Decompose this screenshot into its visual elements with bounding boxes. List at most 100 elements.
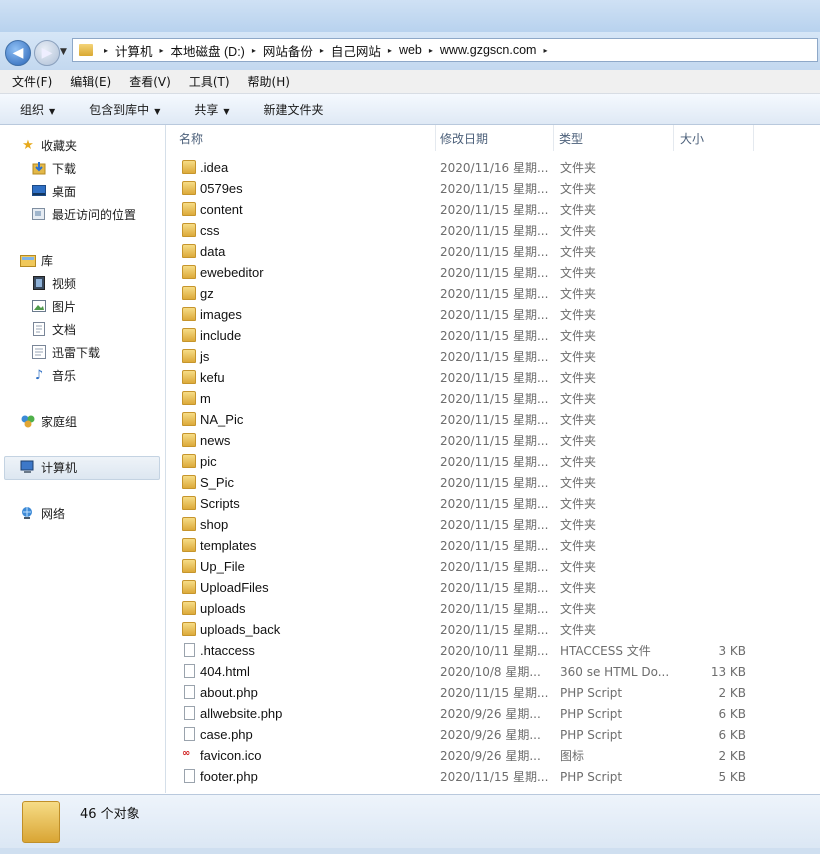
file-size: 5 KB <box>718 769 746 784</box>
file-date: 2020/11/15 星期... <box>440 308 549 322</box>
table-row[interactable]: content 2020/11/15 星期... 文件夹 <box>174 199 764 220</box>
table-row[interactable]: gz 2020/11/15 星期... 文件夹 <box>174 283 764 304</box>
table-row[interactable]: footer.php 2020/11/15 星期... PHP Script 5 KB <box>174 766 764 787</box>
file-name: data <box>200 244 226 259</box>
file-name: NA_Pic <box>200 412 244 427</box>
file-date: 2020/11/16 星期... <box>440 161 549 175</box>
file-date: 2020/11/15 星期... <box>440 560 549 574</box>
table-row[interactable]: uploads_back 2020/11/15 星期... 文件夹 <box>174 619 764 640</box>
sidebar-item-favorites[interactable]: ★ 收藏夹 <box>20 135 77 155</box>
include-in-library-button[interactable]: 包含到库中 ▼ <box>69 101 174 118</box>
table-row[interactable]: .idea 2020/11/16 星期... 文件夹 <box>174 157 764 178</box>
address-bar[interactable]: ▸ 计算机 ▸ 本地磁盘 (D:) ▸ 网站备份 ▸ 自己网站 ▸ web ▸ www.gzgscn.… <box>72 38 818 62</box>
table-row[interactable]: ewebeditor 2020/11/15 星期... 文件夹 <box>174 262 764 283</box>
sidebar-item-music[interactable]: ♪ 音乐 <box>31 365 76 385</box>
file-name: kefu <box>200 370 225 385</box>
column-header-type[interactable]: 类型 <box>554 125 674 151</box>
file-date: 2020/11/15 星期... <box>440 770 549 784</box>
sidebar-item-downloads[interactable]: 下载 <box>31 158 76 178</box>
table-row[interactable]: about.php 2020/11/15 星期... PHP Script 2 KB <box>174 682 764 703</box>
table-row[interactable]: .htaccess 2020/10/11 星期... HTACCESS 文件 3 KB <box>174 640 764 661</box>
sidebar-item-label: 家庭组 <box>41 414 78 429</box>
desktop-icon <box>31 183 47 199</box>
file-date: 2020/11/15 星期... <box>440 581 549 595</box>
folder-icon <box>182 496 196 510</box>
table-row[interactable]: Scripts 2020/11/15 星期... 文件夹 <box>174 493 764 514</box>
menu-edit[interactable]: 编辑(E) <box>58 73 117 90</box>
breadcrumb-item[interactable]: web ▸ <box>399 43 440 57</box>
folder-icon <box>182 622 196 636</box>
table-row[interactable]: 0579es 2020/11/15 星期... 文件夹 <box>174 178 764 199</box>
file-name: footer.php <box>200 769 258 784</box>
file-name: content <box>200 202 243 217</box>
folder-icon <box>182 412 196 426</box>
column-header-name[interactable]: 名称 ^ <box>174 125 436 151</box>
file-date: 2020/11/15 星期... <box>440 497 549 511</box>
column-header-size[interactable]: 大小 <box>674 125 754 151</box>
table-row[interactable]: S_Pic 2020/11/15 星期... 文件夹 <box>174 472 764 493</box>
sidebar-item-homegroup[interactable]: 家庭组 <box>20 411 77 431</box>
table-row[interactable]: js 2020/11/15 星期... 文件夹 <box>174 346 764 367</box>
table-row[interactable]: images 2020/11/15 星期... 文件夹 <box>174 304 764 325</box>
breadcrumb-label: 自己网站 <box>330 44 381 59</box>
menu-help[interactable]: 帮助(H) <box>236 73 296 90</box>
table-row[interactable]: include 2020/11/15 星期... 文件夹 <box>174 325 764 346</box>
table-row[interactable]: allwebsite.php 2020/9/26 星期... PHP Script 6… <box>174 703 764 724</box>
sidebar-item-documents[interactable]: 文档 <box>31 319 76 339</box>
table-row[interactable]: ∞ favicon.ico 2020/9/26 星期... 图标 2 KB <box>174 745 764 766</box>
table-row[interactable]: 404.html 2020/10/8 星期... 360 se HTML Do...… <box>174 661 764 682</box>
sidebar-item-thunder-downloads[interactable]: 迅雷下载 <box>31 342 100 362</box>
breadcrumb-item[interactable]: 自己网站 ▸ <box>331 41 399 60</box>
column-header-date[interactable]: 修改日期 <box>436 125 554 151</box>
file-date: 2020/11/15 星期... <box>440 224 549 238</box>
table-row[interactable]: uploads 2020/11/15 星期... 文件夹 <box>174 598 764 619</box>
file-date: 2020/11/15 星期... <box>440 686 549 700</box>
table-row[interactable]: templates 2020/11/15 星期... 文件夹 <box>174 535 764 556</box>
file-name: images <box>200 307 242 322</box>
history-dropdown-icon[interactable]: ▼ <box>60 47 67 57</box>
chevron-right-icon[interactable]: ▸ <box>543 46 547 55</box>
sidebar-item-libraries[interactable]: 库 <box>20 250 53 270</box>
sidebar-item-recent-places[interactable]: 最近访问的位置 <box>31 204 136 224</box>
chevron-right-icon[interactable]: ▸ <box>104 46 108 55</box>
back-button[interactable]: ◀ <box>5 40 31 66</box>
table-row[interactable]: case.php 2020/9/26 星期... PHP Script 6 KB <box>174 724 764 745</box>
table-row[interactable]: shop 2020/11/15 星期... 文件夹 <box>174 514 764 535</box>
share-button[interactable]: 共享 ▼ <box>174 101 243 118</box>
organize-button[interactable]: 组织 ▼ <box>0 101 69 118</box>
table-row[interactable]: pic 2020/11/15 星期... 文件夹 <box>174 451 764 472</box>
sidebar-item-videos[interactable]: 视频 <box>31 273 76 293</box>
menu-file[interactable]: 文件(F) <box>0 73 58 90</box>
folder-icon <box>182 160 196 174</box>
table-row[interactable]: kefu 2020/11/15 星期... 文件夹 <box>174 367 764 388</box>
chevron-right-icon[interactable]: ▸ <box>320 46 324 55</box>
breadcrumb-item[interactable]: 本地磁盘 (D:) ▸ <box>171 41 263 60</box>
table-row[interactable]: news 2020/11/15 星期... 文件夹 <box>174 430 764 451</box>
breadcrumb-item[interactable]: www.gzgscn.com ▸ <box>440 43 555 57</box>
forward-button[interactable]: ▶ <box>34 40 60 66</box>
table-row[interactable]: css 2020/11/15 星期... 文件夹 <box>174 220 764 241</box>
file-type: 文件夹 <box>560 623 597 637</box>
table-row[interactable]: UploadFiles 2020/11/15 星期... 文件夹 <box>174 577 764 598</box>
menu-view[interactable]: 查看(V) <box>117 73 177 90</box>
file-date: 2020/11/15 星期... <box>440 287 549 301</box>
menu-tools[interactable]: 工具(T) <box>177 73 236 90</box>
breadcrumb-item[interactable]: ▸ 计算机 ▸ <box>97 41 171 60</box>
table-row[interactable]: NA_Pic 2020/11/15 星期... 文件夹 <box>174 409 764 430</box>
table-row[interactable]: Up_File 2020/11/15 星期... 文件夹 <box>174 556 764 577</box>
column-header-label: 大小 <box>680 131 705 146</box>
new-folder-button[interactable]: 新建文件夹 <box>244 101 338 118</box>
table-row[interactable]: data 2020/11/15 星期... 文件夹 <box>174 241 764 262</box>
sidebar-item-pictures[interactable]: 图片 <box>31 296 76 316</box>
chevron-right-icon[interactable]: ▸ <box>429 46 433 55</box>
table-row[interactable]: m 2020/11/15 星期... 文件夹 <box>174 388 764 409</box>
file-size: 2 KB <box>718 748 746 763</box>
chevron-right-icon[interactable]: ▸ <box>388 46 392 55</box>
chevron-right-icon[interactable]: ▸ <box>252 46 256 55</box>
sidebar-item-network[interactable]: 网络 <box>20 503 65 523</box>
breadcrumb-item[interactable]: 网站备份 ▸ <box>263 41 331 60</box>
sidebar-item-desktop[interactable]: 桌面 <box>31 181 76 201</box>
chevron-right-icon[interactable]: ▸ <box>160 46 164 55</box>
file-type: 文件夹 <box>560 560 597 574</box>
sidebar-item-computer[interactable]: 计算机 <box>20 457 77 477</box>
